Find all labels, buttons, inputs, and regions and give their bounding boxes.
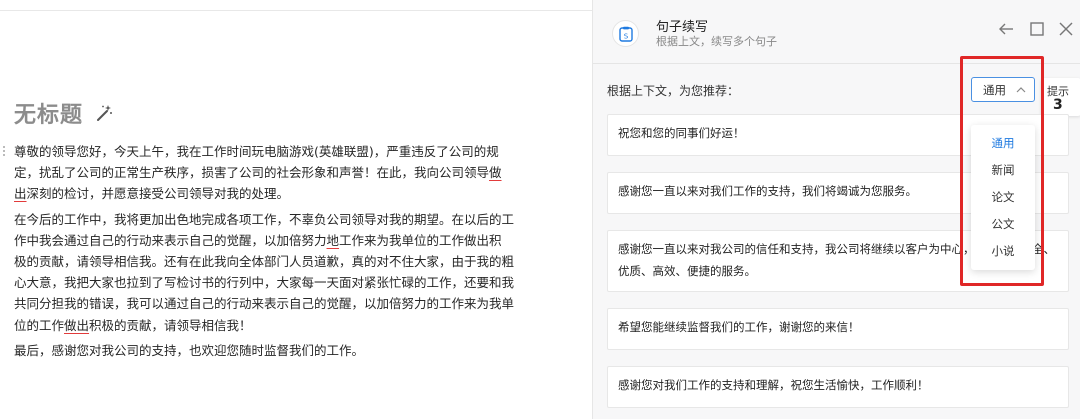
- dropdown-option-paper[interactable]: 论文: [971, 185, 1035, 209]
- document-title[interactable]: 无标题: [14, 97, 83, 129]
- recommend-label: 根据上下文，为您推荐：: [607, 84, 740, 98]
- dropdown-option-general[interactable]: 通用: [971, 131, 1035, 155]
- close-icon[interactable]: [1057, 20, 1075, 38]
- hint-count: 3: [1053, 97, 1063, 113]
- title-row: 无标题: [14, 97, 113, 129]
- paragraph-text: 积极的贡献，请领导相信我！: [89, 317, 252, 333]
- panel-subtitle: 根据上文，续写多个句子: [656, 35, 777, 48]
- genre-select[interactable]: 通用: [971, 77, 1035, 102]
- dropdown-option-novel[interactable]: 小说: [971, 239, 1035, 263]
- magic-wand-icon[interactable]: [95, 104, 113, 122]
- svg-text:S: S: [623, 32, 628, 40]
- document-editor[interactable]: 无标题 尊敬的领导您好，今天上午，我在工作时间玩电脑游戏(英雄联盟)，严重违反了…: [0, 0, 592, 419]
- dropdown-option-news[interactable]: 新闻: [971, 158, 1035, 182]
- sentence-continuation-panel: S 句子续写 根据上文，续写多个句子 根据上下文，为您推荐： 通用 提示 3 祝…: [592, 0, 1080, 419]
- paragraph-3: 最后，感谢您对我公司的支持，也欢迎您随时监督我们的工作。: [14, 340, 514, 361]
- back-arrow-icon[interactable]: [997, 20, 1015, 38]
- suggestion-card[interactable]: 感谢您对我们工作的支持和理解，祝您生活愉快，工作顺利！: [607, 366, 1069, 408]
- hint-badge[interactable]: 提示 3: [1041, 78, 1080, 116]
- paragraph-text: 深刻的检讨，并愿意接受公司领导对我的处理。: [26, 186, 290, 202]
- document-body[interactable]: 尊敬的领导您好，今天上午，我在工作时间玩电脑游戏(英雄联盟)，严重违反了公司的规…: [14, 141, 514, 361]
- paragraph-1: 尊敬的领导您好，今天上午，我在工作时间玩电脑游戏(英雄联盟)，严重违反了公司的规…: [14, 141, 514, 205]
- suggestion-text: 感谢您对我们工作的支持和理解，祝您生活愉快，工作顺利！: [618, 378, 929, 392]
- suggestion-text: 希望您能继续监督我们的工作，谢谢您的来信！: [618, 320, 860, 334]
- genre-dropdown-menu: 通用 新闻 论文 公文 小说: [971, 125, 1035, 270]
- maximize-icon[interactable]: [1028, 20, 1046, 38]
- dropdown-option-official[interactable]: 公文: [971, 212, 1035, 236]
- editor-top-divider: [0, 10, 592, 11]
- suggestion-card[interactable]: 希望您能继续监督我们的工作，谢谢您的来信！: [607, 308, 1069, 350]
- spellcheck-underline[interactable]: 地: [327, 233, 340, 248]
- select-value: 通用: [983, 82, 1006, 97]
- document-app-icon: S: [612, 20, 639, 47]
- spellcheck-underline[interactable]: 做出: [64, 318, 89, 333]
- paragraph-text: 尊敬的领导您好，今天上午，我在工作时间玩电脑游戏(英雄联盟)，严重违反了公司的规…: [14, 144, 499, 181]
- paragraph-text: 最后，感谢您对我公司的支持，也欢迎您随时监督我们的工作。: [14, 342, 365, 358]
- gutter-marker: [3, 146, 6, 156]
- panel-header: S 句子续写 根据上文，续写多个句子: [593, 0, 1080, 64]
- header-divider: [593, 63, 1080, 64]
- paragraph-2: 在今后的工作中，我将更加出色地完成各项工作，不辜负公司领导对我的期望。在以后的工…: [14, 209, 514, 336]
- chevron-up-icon: [1016, 84, 1026, 94]
